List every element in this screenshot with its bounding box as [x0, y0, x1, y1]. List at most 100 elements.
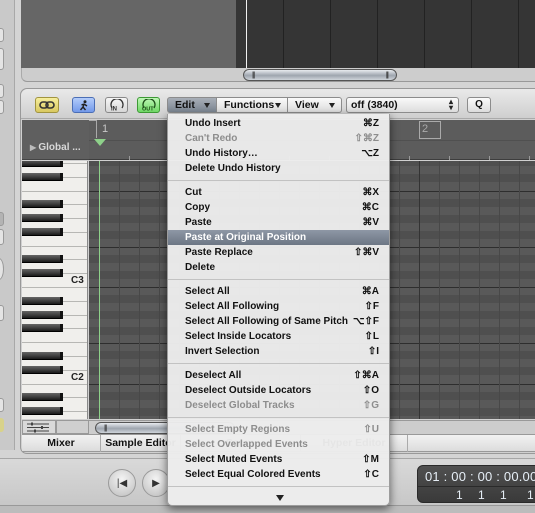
link-button[interactable] [35, 97, 59, 113]
menu-item[interactable]: Invert Selection ⇧I [168, 344, 389, 359]
inspector-button[interactable] [0, 100, 4, 114]
inspector-button[interactable] [0, 305, 4, 321]
menu-item[interactable]: Undo Insert ⌘Z [168, 116, 389, 131]
tab-mixer[interactable]: Mixer [22, 435, 101, 452]
edit-menu-button[interactable]: Edit [167, 97, 217, 113]
playhead-line[interactable] [246, 0, 247, 68]
black-key[interactable] [22, 269, 63, 277]
menu-item-label: Undo Insert [185, 118, 241, 129]
menu-item[interactable]: Select Inside Locators ⇧L [168, 329, 389, 344]
black-key[interactable] [22, 393, 63, 401]
functions-menu-label: Functions [224, 99, 275, 111]
black-key[interactable] [22, 352, 63, 360]
arrange-scroll-thumb[interactable]: ||| ||| [243, 69, 397, 81]
transport-display[interactable]: 01 : 00 : 00 : 00.00 1 1 1 1 [417, 465, 535, 503]
black-key[interactable] [22, 324, 63, 332]
black-key[interactable] [22, 366, 63, 374]
piano-options-button[interactable] [22, 420, 56, 434]
midi-out-button[interactable]: OUT [137, 97, 160, 113]
white-key-divider [22, 191, 87, 192]
black-key[interactable] [22, 228, 63, 236]
inspector-button[interactable] [0, 229, 4, 245]
grip-icon: ||| [104, 425, 108, 432]
inspector-button[interactable] [0, 84, 4, 98]
black-key[interactable] [22, 161, 63, 167]
menu-item[interactable]: Select All Following of Same Pitch ⌥⇧F [168, 314, 389, 329]
midi-in-button[interactable]: IN [105, 97, 128, 113]
play-from-selection-button[interactable]: ▶ [142, 469, 170, 497]
menu-item: Can't Redo ⇧⌘Z [168, 131, 389, 146]
view-menu-label: View [295, 99, 319, 111]
inspector-button[interactable] [0, 398, 4, 412]
updown-arrows-icon: ▴ ▾ [448, 97, 453, 112]
black-key[interactable] [22, 173, 63, 181]
menu-item[interactable]: Select Equal Colored Events ⇧C [168, 467, 389, 482]
go-to-beginning-icon: |◀ [116, 477, 128, 489]
menu-item[interactable]: Deselect All ⇧⌘A [168, 368, 389, 383]
midi-out-icon: OUT [142, 99, 156, 111]
black-key[interactable] [22, 255, 63, 263]
bar-2-marker[interactable]: 2 [419, 121, 441, 139]
edit-menu-label: Edit [175, 99, 195, 111]
piano-keyboard[interactable]: C3C2C1 [22, 161, 88, 419]
menu-item[interactable]: Deselect Outside Locators ⇧O [168, 383, 389, 398]
menu-item-label: Deselect Outside Locators [185, 385, 312, 396]
bar-value: 1 [456, 488, 463, 502]
inspector-button[interactable] [0, 212, 4, 226]
menu-item[interactable]: Undo History… ⌥Z [168, 146, 389, 161]
grid-beat-line [159, 161, 160, 419]
menu-item-shortcut: ⇧F [364, 301, 380, 312]
menu-item[interactable]: Select All Following ⇧F [168, 299, 389, 314]
inspector-button[interactable] [0, 28, 4, 42]
white-key-divider [22, 246, 87, 247]
go-to-beginning-button[interactable]: |◀ [108, 469, 136, 497]
menu-item-shortcut: ⌘V [362, 217, 379, 228]
menu-item-shortcut: ⇧M [362, 454, 379, 465]
grid-beat-line [459, 161, 460, 419]
menu-item-label: Undo History… [185, 148, 258, 159]
menu-item[interactable]: Paste at Original Position [168, 230, 389, 245]
menu-item[interactable]: Paste ⌘V [168, 215, 389, 230]
menu-item-label: Delete Undo History [185, 163, 281, 174]
chevron-down-icon[interactable] [276, 495, 284, 501]
menu-item[interactable]: Select Muted Events ⇧M [168, 452, 389, 467]
menu-item-label: Can't Redo [185, 133, 238, 144]
inspector-button[interactable] [0, 48, 4, 70]
arrange-horizontal-scrollbar[interactable]: ||| ||| [21, 68, 535, 82]
global-tracks-toggle[interactable]: ▶ Global ... [22, 120, 89, 160]
menu-item[interactable]: Paste Replace ⇧⌘V [168, 245, 389, 260]
functions-menu-button[interactable]: Functions [216, 97, 288, 113]
menu-item-shortcut: ⌘Z [362, 118, 379, 129]
playhead-marker[interactable] [94, 139, 106, 146]
bar-line [330, 0, 331, 68]
track-list-area [21, 0, 236, 68]
grid-beat-line [439, 161, 440, 419]
black-key[interactable] [22, 311, 63, 319]
menu-item[interactable]: Delete [168, 260, 389, 275]
inspector-indicator [0, 418, 4, 432]
menu-item-shortcut: ⇧U [363, 424, 379, 435]
playhead-line [99, 161, 100, 419]
menu-item[interactable]: Copy ⌘C [168, 200, 389, 215]
grid-beat-line [479, 161, 480, 419]
catch-playhead-button[interactable] [72, 97, 95, 113]
menu-separator [168, 279, 389, 280]
menu-item[interactable]: Delete Undo History [168, 161, 389, 176]
inspector-knob[interactable] [0, 258, 4, 280]
quantize-button[interactable]: Q [467, 97, 491, 113]
octave-label: C2 [71, 372, 84, 383]
white-key-divider [22, 342, 87, 343]
menu-item-shortcut: ⇧⌘A [353, 370, 379, 381]
view-menu-button[interactable]: View [287, 97, 342, 113]
quantize-select[interactable]: off (3840) ▴ ▾ [346, 97, 459, 113]
menu-item[interactable]: Select All ⌘A [168, 284, 389, 299]
black-key[interactable] [22, 407, 63, 415]
arrange-track-area[interactable] [236, 0, 535, 68]
black-key[interactable] [22, 214, 63, 222]
menu-item-label: Paste [185, 217, 212, 228]
locator-marker[interactable] [89, 120, 97, 138]
menu-item: Select Empty Regions ⇧U [168, 422, 389, 437]
black-key[interactable] [22, 297, 63, 305]
black-key[interactable] [22, 200, 63, 208]
menu-item[interactable]: Cut ⌘X [168, 185, 389, 200]
